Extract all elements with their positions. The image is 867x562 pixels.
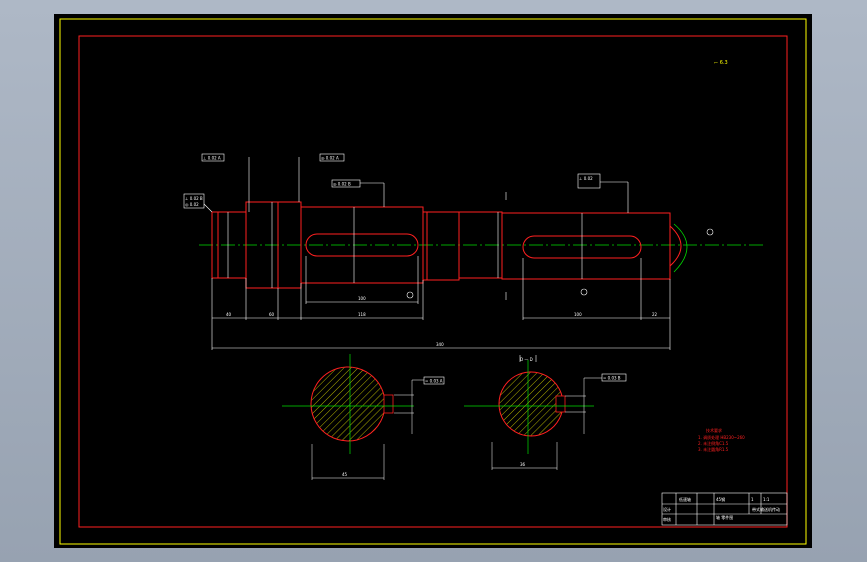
- shaft-drawing: ⌐ 6.3 ⊥ 0.02 A ◎ 0.02 A ◎ 0.02 B ⊥ 0.02 …: [59, 18, 807, 545]
- tb-designer: 设计: [663, 506, 671, 512]
- dim-l1: 40: [226, 312, 232, 317]
- length-dims: 40 60 118 100 100 22 340: [226, 296, 658, 347]
- key-tol-left: = 0.03 A: [425, 379, 443, 384]
- tb-school: 带式输送机传动: [752, 506, 780, 512]
- note-2: 2. 未注倒角C1.5: [698, 440, 729, 446]
- tol-2: ◎ 0.02 A: [321, 156, 339, 161]
- tol-4: ⊥ 0.02: [579, 176, 593, 181]
- dim-l4b: 100: [574, 312, 582, 317]
- tb-material: 45钢: [716, 496, 725, 502]
- note-1: 1. 调质处理 HB230~260: [698, 434, 745, 440]
- tb-checker: 审核: [663, 516, 671, 522]
- notes-title: 技术要求: [706, 427, 722, 433]
- tb-drawing-no: 轴 零件图: [716, 514, 733, 520]
- dim-l3: 118: [358, 312, 366, 317]
- roughness-note: ⌐ 6.3: [714, 60, 728, 66]
- title-block-text: 低速轴 45钢 1 1:1 设计 审核 轴 零件图 带式输送机传动: [663, 496, 780, 522]
- tol-5: ⊥ 0.02 B: [185, 196, 203, 201]
- tb-qty: 1: [751, 497, 754, 502]
- key-tol-right: = 0.03 B: [603, 376, 621, 381]
- tol-6: ◎ 0.02: [185, 202, 199, 207]
- tb-part-name: 低速轴: [679, 496, 691, 502]
- inner-border: [78, 35, 788, 528]
- tb-scale: 1:1: [763, 497, 770, 502]
- tolerance-frames: [183, 153, 627, 385]
- section-left-dim: 45: [342, 472, 348, 477]
- note-3: 3. 未注圆角R1.5: [698, 446, 729, 452]
- datum-markers: [406, 192, 714, 362]
- dim-l2: 60: [269, 312, 275, 317]
- cad-viewport: ⌐ 6.3 ⊥ 0.02 A ◎ 0.02 A ◎ 0.02 B ⊥ 0.02 …: [0, 0, 867, 562]
- outer-frame: [59, 18, 807, 545]
- tolerance-texts: ⊥ 0.02 A ◎ 0.02 A ◎ 0.02 B ⊥ 0.02 ⊥ 0.02…: [185, 156, 621, 384]
- section-label: D — D: [520, 357, 533, 362]
- drawing-sheet[interactable]: ⌐ 6.3 ⊥ 0.02 A ◎ 0.02 A ◎ 0.02 B ⊥ 0.02 …: [54, 14, 812, 548]
- section-right-dim: 36: [520, 462, 526, 467]
- section-right: 36: [464, 360, 602, 470]
- dim-l5: 22: [652, 312, 658, 317]
- technical-notes: 技术要求 1. 调质处理 HB230~260 2. 未注倒角C1.5 3. 未注…: [698, 427, 745, 452]
- section-left: 45: [282, 354, 424, 480]
- dim-l4: 100: [358, 296, 366, 301]
- dim-overall: 340: [436, 342, 444, 347]
- tol-3: ◎ 0.02 B: [333, 182, 351, 187]
- tol-1: ⊥ 0.02 A: [203, 156, 221, 161]
